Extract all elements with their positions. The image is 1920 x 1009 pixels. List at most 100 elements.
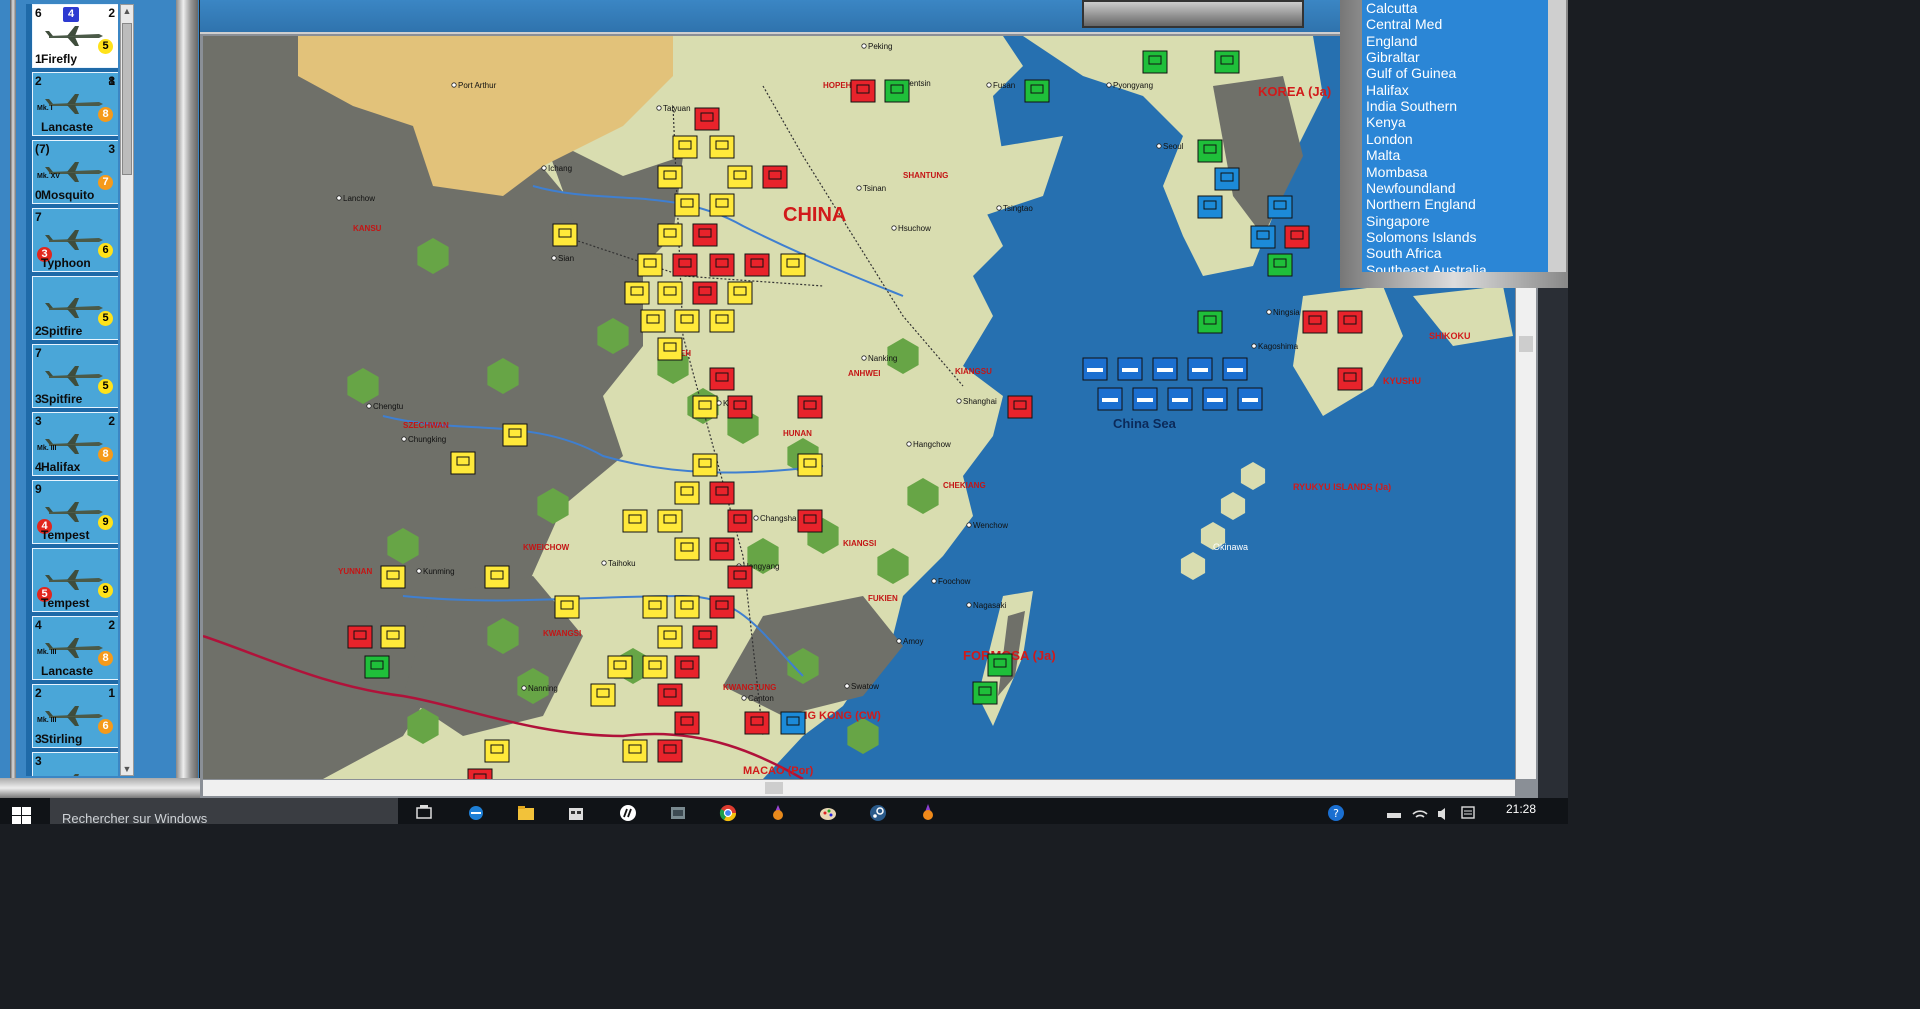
unit-card[interactable]: 9 5 Tempest bbox=[32, 548, 118, 612]
unit-counter bbox=[709, 253, 735, 277]
windows-start-icon[interactable] bbox=[12, 807, 32, 824]
unit-counter bbox=[709, 193, 735, 217]
unit-panel: 6 2 4 5 1 Firefly 2 1 Mk. I 8 Lancaste 8 (7) 3 Mk. XV 7… bbox=[0, 0, 200, 798]
unit-card[interactable]: 4 2 Mk. III 8 Lancaste bbox=[32, 616, 118, 680]
unit-card[interactable]: 6 2 4 5 1 Firefly bbox=[32, 4, 118, 68]
theater-item[interactable]: Newfoundland bbox=[1366, 180, 1456, 196]
theater-item[interactable]: Northern England bbox=[1366, 196, 1476, 212]
app-window-icon[interactable] bbox=[668, 802, 688, 822]
unit-stat-top-left: 6 bbox=[35, 6, 42, 20]
theater-item[interactable]: Central Med bbox=[1366, 16, 1442, 32]
unit-counter bbox=[727, 281, 753, 305]
chrome-icon[interactable] bbox=[718, 802, 738, 822]
wifi-icon[interactable] bbox=[1410, 802, 1430, 822]
game-launcher-icon[interactable] bbox=[768, 802, 788, 822]
theater-list[interactable]: Calcutta Central Med England Gibraltar Gulf … bbox=[1362, 0, 1548, 272]
unit-card[interactable]: (7) 3 Mk. XV 7 0 Mosquito bbox=[32, 140, 118, 204]
hex-map[interactable]: CHINAKOREA (Ja)China SeaFORMOSA (Ja)HONG… bbox=[203, 36, 1515, 779]
volume-icon[interactable] bbox=[1434, 802, 1454, 822]
unit-counter bbox=[884, 79, 910, 103]
hex-map-svg[interactable]: CHINAKOREA (Ja)China SeaFORMOSA (Ja)HONG… bbox=[203, 36, 1515, 779]
scrollbar-thumb[interactable] bbox=[122, 23, 132, 175]
theater-panel: Calcutta Central Med England Gibraltar Gulf … bbox=[1340, 0, 1568, 288]
unit-counter bbox=[502, 423, 528, 447]
unit-card[interactable]: 5 2 Spitfire bbox=[32, 276, 118, 340]
theater-item[interactable]: Halifax bbox=[1366, 82, 1409, 98]
city-label: Tsinan bbox=[863, 184, 886, 193]
network-icon[interactable] bbox=[1384, 802, 1404, 822]
unit-counter bbox=[744, 253, 770, 277]
edge-browser-icon[interactable] bbox=[466, 802, 486, 822]
unit-counter bbox=[674, 193, 700, 217]
unit-card[interactable]: 3 2 Mk. III 8 4 Halifax bbox=[32, 412, 118, 476]
city-marker bbox=[1156, 143, 1162, 149]
theater-item[interactable]: Kenya bbox=[1366, 114, 1406, 130]
unit-card[interactable]: 7 5 3 Spitfire bbox=[32, 344, 118, 408]
taskbar-clock[interactable]: 21:28 bbox=[1506, 802, 1536, 816]
world-in-flames-icon[interactable] bbox=[918, 802, 938, 822]
theater-item[interactable]: England bbox=[1366, 33, 1417, 49]
scrollbar-thumb[interactable] bbox=[1519, 336, 1533, 352]
hp-icon[interactable] bbox=[618, 802, 638, 822]
city-label: Peking bbox=[868, 42, 892, 51]
notifications-icon[interactable] bbox=[1458, 802, 1478, 822]
map-control-widget[interactable] bbox=[1082, 0, 1304, 28]
unit-stat-top-right: 2 bbox=[108, 618, 115, 632]
theater-item[interactable]: London bbox=[1366, 131, 1413, 147]
unit-counter bbox=[637, 253, 663, 277]
scroll-up-icon[interactable]: ▲ bbox=[122, 5, 132, 17]
unit-counter bbox=[1267, 253, 1293, 277]
unit-counter bbox=[657, 223, 683, 247]
unit-card[interactable]: 2 1 Mk. III 6 3 Stirling bbox=[32, 684, 118, 748]
theater-item[interactable]: Calcutta bbox=[1366, 0, 1417, 16]
theater-item[interactable]: Mombasa bbox=[1366, 164, 1427, 180]
store-icon[interactable] bbox=[566, 802, 586, 822]
unit-stat-top-right: 2 bbox=[108, 6, 115, 20]
city-label: Amoy bbox=[903, 637, 923, 646]
theater-item[interactable]: India Southern bbox=[1366, 98, 1457, 114]
city-marker bbox=[541, 165, 547, 171]
unit-counter bbox=[709, 135, 735, 159]
unit-counter bbox=[657, 509, 683, 533]
city-label: Taihoku bbox=[608, 559, 636, 568]
help-icon[interactable]: ? bbox=[1326, 802, 1346, 822]
theater-item[interactable]: South Africa bbox=[1366, 245, 1442, 261]
theater-list-scrollbar[interactable] bbox=[1548, 0, 1566, 272]
taskbar-search-input[interactable]: Rechercher sur Windows bbox=[50, 798, 398, 824]
province-label: ANHWEI bbox=[848, 369, 880, 378]
city-label: Sian bbox=[558, 254, 574, 263]
scrollbar-thumb[interactable] bbox=[765, 782, 783, 794]
unit-counter bbox=[797, 453, 823, 477]
unit-counter bbox=[642, 655, 668, 679]
unit-counter bbox=[1024, 79, 1050, 103]
city-marker bbox=[956, 398, 962, 404]
theater-item[interactable]: Solomons Islands bbox=[1366, 229, 1477, 245]
city-marker bbox=[856, 185, 862, 191]
scroll-down-icon[interactable]: ▼ bbox=[122, 763, 132, 775]
unit-name: Tempest bbox=[41, 596, 90, 610]
province-label: KWANGTUNG bbox=[723, 683, 776, 692]
theater-item[interactable]: Malta bbox=[1366, 147, 1400, 163]
unit-counter bbox=[674, 481, 700, 505]
unit-card[interactable]: 2 1 Mk. I 8 Lancaste 8 bbox=[32, 72, 118, 136]
paint-icon[interactable] bbox=[818, 802, 838, 822]
unit-card[interactable]: 9 9 4 Tempest bbox=[32, 480, 118, 544]
city-label: Wenchow bbox=[973, 521, 1008, 530]
map-horizontal-scrollbar[interactable] bbox=[203, 780, 1515, 796]
file-explorer-icon[interactable] bbox=[516, 802, 536, 822]
unit-stat-top-left: 9 bbox=[35, 482, 42, 496]
theater-item[interactable]: Southeast Australia bbox=[1366, 262, 1487, 272]
theater-item[interactable]: Gibraltar bbox=[1366, 49, 1420, 65]
unit-counter bbox=[640, 309, 666, 333]
unit-counter bbox=[552, 223, 578, 247]
unit-list[interactable]: 6 2 4 5 1 Firefly 2 1 Mk. I 8 Lancaste 8 (7) 3 Mk. XV 7… bbox=[26, 4, 118, 776]
unit-counter bbox=[1197, 139, 1223, 163]
steam-icon[interactable] bbox=[868, 802, 888, 822]
naval-counter-symbol bbox=[1227, 368, 1243, 372]
theater-item[interactable]: Gulf of Guinea bbox=[1366, 65, 1456, 81]
theater-item[interactable]: Singapore bbox=[1366, 213, 1430, 229]
unit-card[interactable]: 7 6 3 Typhoon bbox=[32, 208, 118, 272]
task-view-icon[interactable] bbox=[414, 802, 434, 822]
unit-list-scrollbar[interactable]: ▲ ▼ bbox=[120, 4, 134, 776]
unit-card[interactable]: 3 bbox=[32, 752, 118, 776]
